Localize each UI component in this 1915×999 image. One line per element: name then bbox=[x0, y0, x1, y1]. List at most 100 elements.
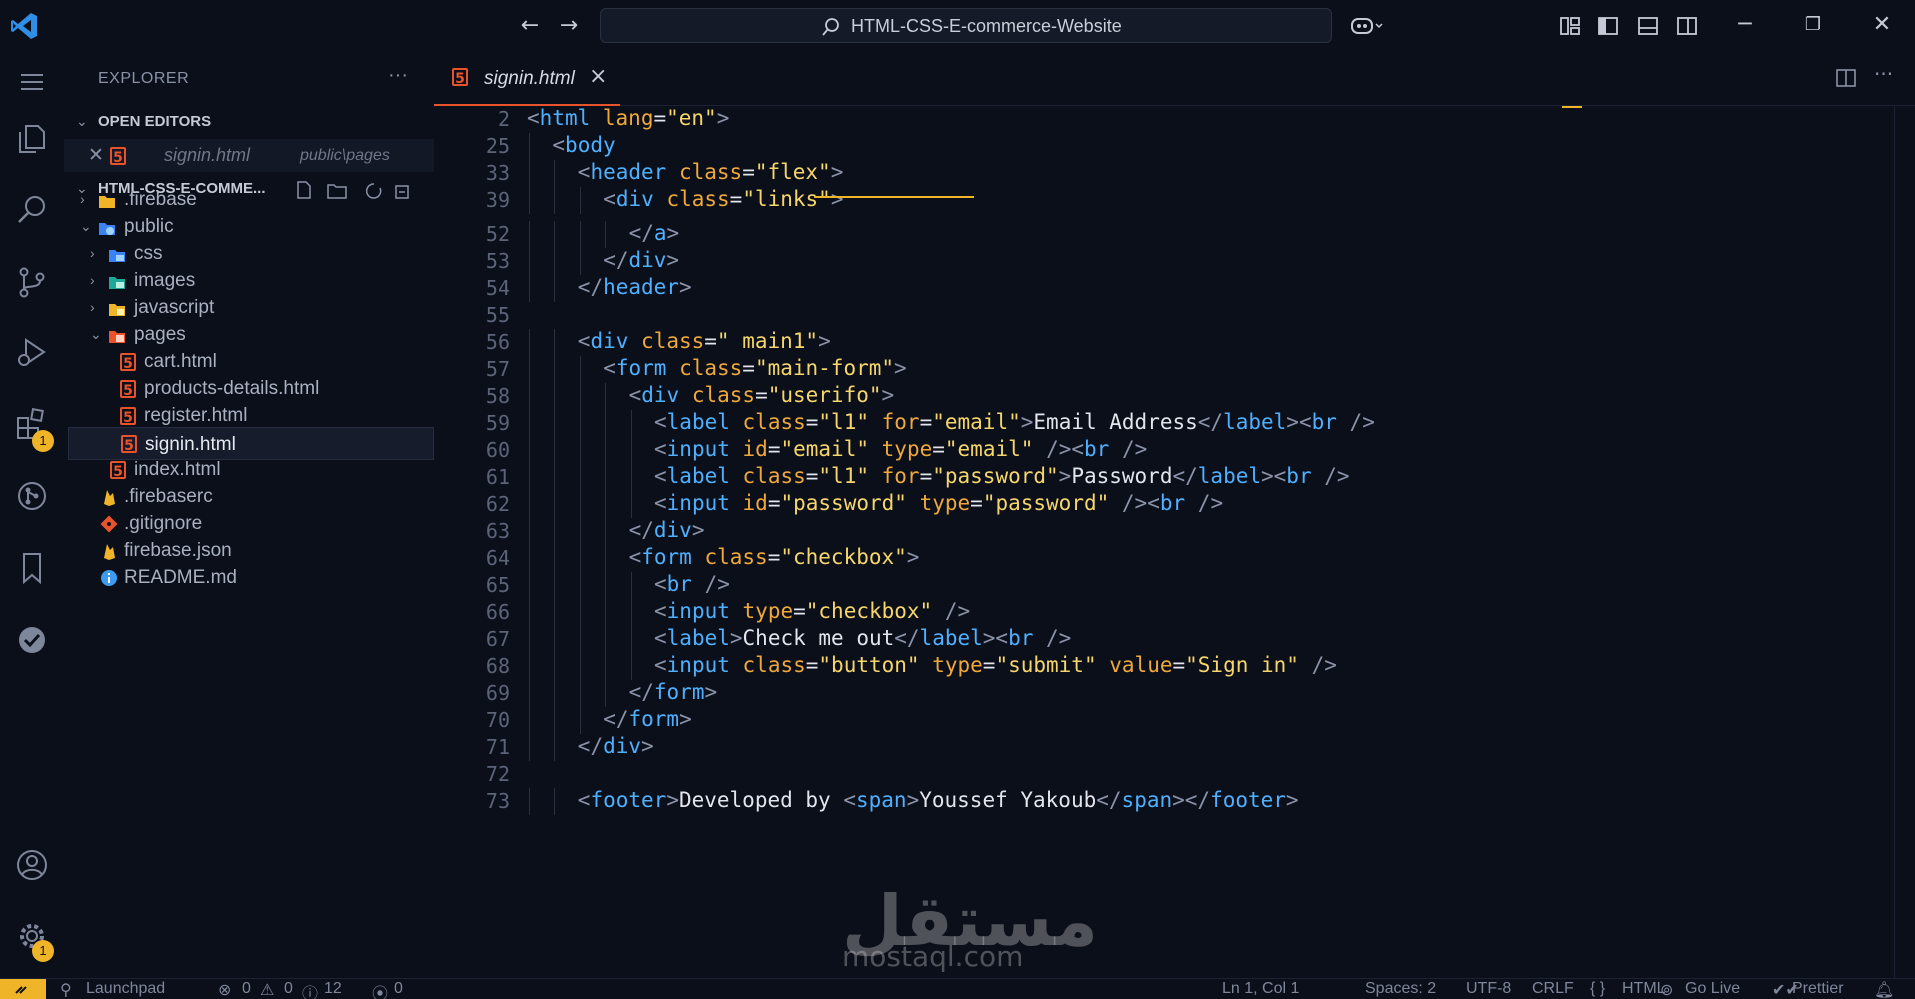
code-token: header bbox=[590, 160, 667, 184]
restore-icon[interactable]: ❐ bbox=[1793, 10, 1833, 40]
code-line[interactable]: <label>Check me out</label><br /> bbox=[654, 626, 1071, 650]
warnings-icon[interactable]: ⚠ bbox=[260, 980, 274, 999]
ports-icon[interactable]: ⦿ bbox=[372, 980, 388, 999]
code-line[interactable]: </div> bbox=[578, 734, 654, 758]
line-number: 73 bbox=[485, 789, 510, 813]
line-ending[interactable]: CRLF bbox=[1532, 980, 1574, 998]
code-line[interactable]: <div class="links"> bbox=[603, 187, 843, 211]
code-line[interactable]: <footer>Developed by <span>Youssef Yakou… bbox=[578, 788, 1299, 812]
indent-guide bbox=[554, 437, 556, 464]
menu-icon[interactable] bbox=[12, 62, 52, 102]
code-line[interactable]: </div> bbox=[603, 248, 679, 272]
code-line[interactable]: <html lang="en"> bbox=[527, 106, 729, 130]
explorer-icon[interactable] bbox=[12, 118, 52, 158]
indent-guide bbox=[554, 491, 556, 518]
code-line[interactable]: <input type="checkbox" /> bbox=[654, 599, 970, 623]
warnings-count[interactable]: 0 bbox=[284, 980, 293, 998]
search-activity-icon[interactable] bbox=[12, 190, 52, 230]
code-line[interactable]: </header> bbox=[578, 275, 692, 299]
source-control-icon[interactable] bbox=[12, 262, 52, 302]
chevron-down-icon: ⌄ bbox=[76, 113, 88, 129]
back-arrow-icon[interactable]: ← bbox=[513, 12, 547, 40]
code-token: class bbox=[704, 545, 768, 569]
indent-guide bbox=[529, 160, 530, 187]
code-editor[interactable]: 2 <html lang="en"> 25 <body 33 <header class=… bbox=[434, 106, 1895, 978]
code-line[interactable]: <form class="main-form"> bbox=[603, 356, 907, 380]
command-center-search[interactable]: HTML-CSS-E-commerce-Website bbox=[600, 8, 1332, 43]
open-editors-section[interactable]: ⌄ OPEN EDITORS bbox=[64, 105, 434, 138]
code-token: > bbox=[830, 187, 844, 211]
close-window-icon[interactable]: ✕ bbox=[1862, 10, 1902, 40]
code-token: type bbox=[881, 437, 933, 461]
code-token: type bbox=[932, 653, 983, 677]
code-line[interactable]: <div class="userifo"> bbox=[629, 383, 895, 407]
code-token: </ bbox=[894, 626, 920, 650]
toggle-primary-sidebar-icon[interactable] bbox=[1596, 14, 1620, 38]
indent-guide bbox=[579, 680, 581, 707]
minimize-icon[interactable]: ─ bbox=[1725, 10, 1765, 40]
customize-layout-icon[interactable] bbox=[1558, 14, 1582, 38]
cursor-position[interactable]: Ln 1, Col 1 bbox=[1222, 980, 1299, 998]
editor-more-actions[interactable]: ··· bbox=[1874, 62, 1893, 86]
close-tab-icon[interactable]: × bbox=[589, 64, 607, 89]
code-line[interactable]: <div class=" main1"> bbox=[578, 329, 831, 353]
info-status-icon[interactable]: ⓘ bbox=[302, 980, 318, 999]
code-line[interactable]: <input id="password" type="password" /><… bbox=[654, 491, 1223, 515]
code-line[interactable]: <body bbox=[552, 133, 615, 157]
code-line[interactable]: <form class="checkbox"> bbox=[629, 545, 920, 569]
code-line[interactable]: <br /> bbox=[654, 572, 730, 596]
indent-guide bbox=[579, 437, 581, 464]
accounts-icon[interactable] bbox=[12, 845, 52, 885]
ports-count[interactable]: 0 bbox=[394, 980, 403, 998]
forward-arrow-icon[interactable]: → bbox=[552, 12, 586, 40]
line-number: 54 bbox=[485, 276, 510, 300]
tree-item-register-html[interactable]: 5 register.html bbox=[64, 380, 434, 426]
code-line[interactable]: <input id="email" type="email" /><br /> bbox=[654, 437, 1147, 461]
code-token: /> bbox=[1197, 491, 1224, 515]
code-line[interactable]: </form> bbox=[629, 680, 718, 704]
git-graph-icon[interactable] bbox=[12, 476, 52, 516]
indent-guide bbox=[605, 410, 607, 437]
explorer-more-actions[interactable]: ··· bbox=[388, 64, 408, 87]
code-token: br bbox=[1286, 464, 1312, 488]
indentation[interactable]: Spaces: 2 bbox=[1365, 980, 1436, 998]
launchpad-label[interactable]: Launchpad bbox=[86, 980, 165, 998]
code-line[interactable]: <label class="l1" for="email">Email Addr… bbox=[654, 410, 1375, 434]
code-line[interactable]: </div> bbox=[629, 518, 705, 542]
remote-indicator[interactable] bbox=[0, 979, 46, 999]
code-token: span bbox=[856, 788, 907, 812]
run-debug-icon[interactable] bbox=[12, 332, 52, 372]
indent-guide bbox=[605, 518, 607, 545]
code-token: class bbox=[679, 356, 743, 380]
indent-guide bbox=[554, 572, 556, 599]
code-line[interactable]: <input class="button" type="submit" valu… bbox=[654, 653, 1337, 677]
code-line[interactable]: </form> bbox=[603, 707, 692, 731]
code-token: </ bbox=[603, 707, 629, 731]
code-token: /> bbox=[1311, 653, 1337, 677]
code-line[interactable]: <label class="l1" for="password">Passwor… bbox=[654, 464, 1350, 488]
code-line[interactable]: <header class="flex"> bbox=[578, 160, 844, 184]
errors-icon[interactable]: ⊗ bbox=[218, 980, 231, 999]
testing-icon[interactable] bbox=[12, 620, 52, 660]
errors-count[interactable]: 0 bbox=[242, 980, 251, 998]
tree-item-readme[interactable]: README.md bbox=[64, 542, 434, 588]
indent-guide bbox=[579, 518, 581, 545]
toggle-panel-icon[interactable] bbox=[1636, 14, 1660, 38]
go-live[interactable]: Go Live bbox=[1685, 980, 1740, 998]
prettier[interactable]: Prettier bbox=[1792, 980, 1844, 998]
toggle-secondary-sidebar-icon[interactable] bbox=[1675, 14, 1699, 38]
info-count[interactable]: 12 bbox=[324, 980, 342, 998]
launchpad-icon[interactable]: ⚲ bbox=[60, 980, 72, 999]
tab-signin-html[interactable]: 5 signin.html × bbox=[434, 50, 620, 106]
split-editor-icon[interactable] bbox=[1834, 66, 1858, 90]
code-token: form bbox=[641, 545, 692, 569]
code-line[interactable]: </a> bbox=[629, 221, 680, 245]
notifications-bell-icon[interactable]: 🔔︎ bbox=[1874, 980, 1894, 999]
bookmarks-icon[interactable] bbox=[12, 548, 52, 588]
line-number: 71 bbox=[485, 735, 510, 759]
indent-guide bbox=[529, 437, 530, 464]
copilot-icon[interactable] bbox=[1350, 14, 1384, 38]
code-token: div bbox=[653, 518, 692, 542]
line-number: 55 bbox=[485, 303, 510, 327]
encoding[interactable]: UTF-8 bbox=[1466, 980, 1511, 998]
